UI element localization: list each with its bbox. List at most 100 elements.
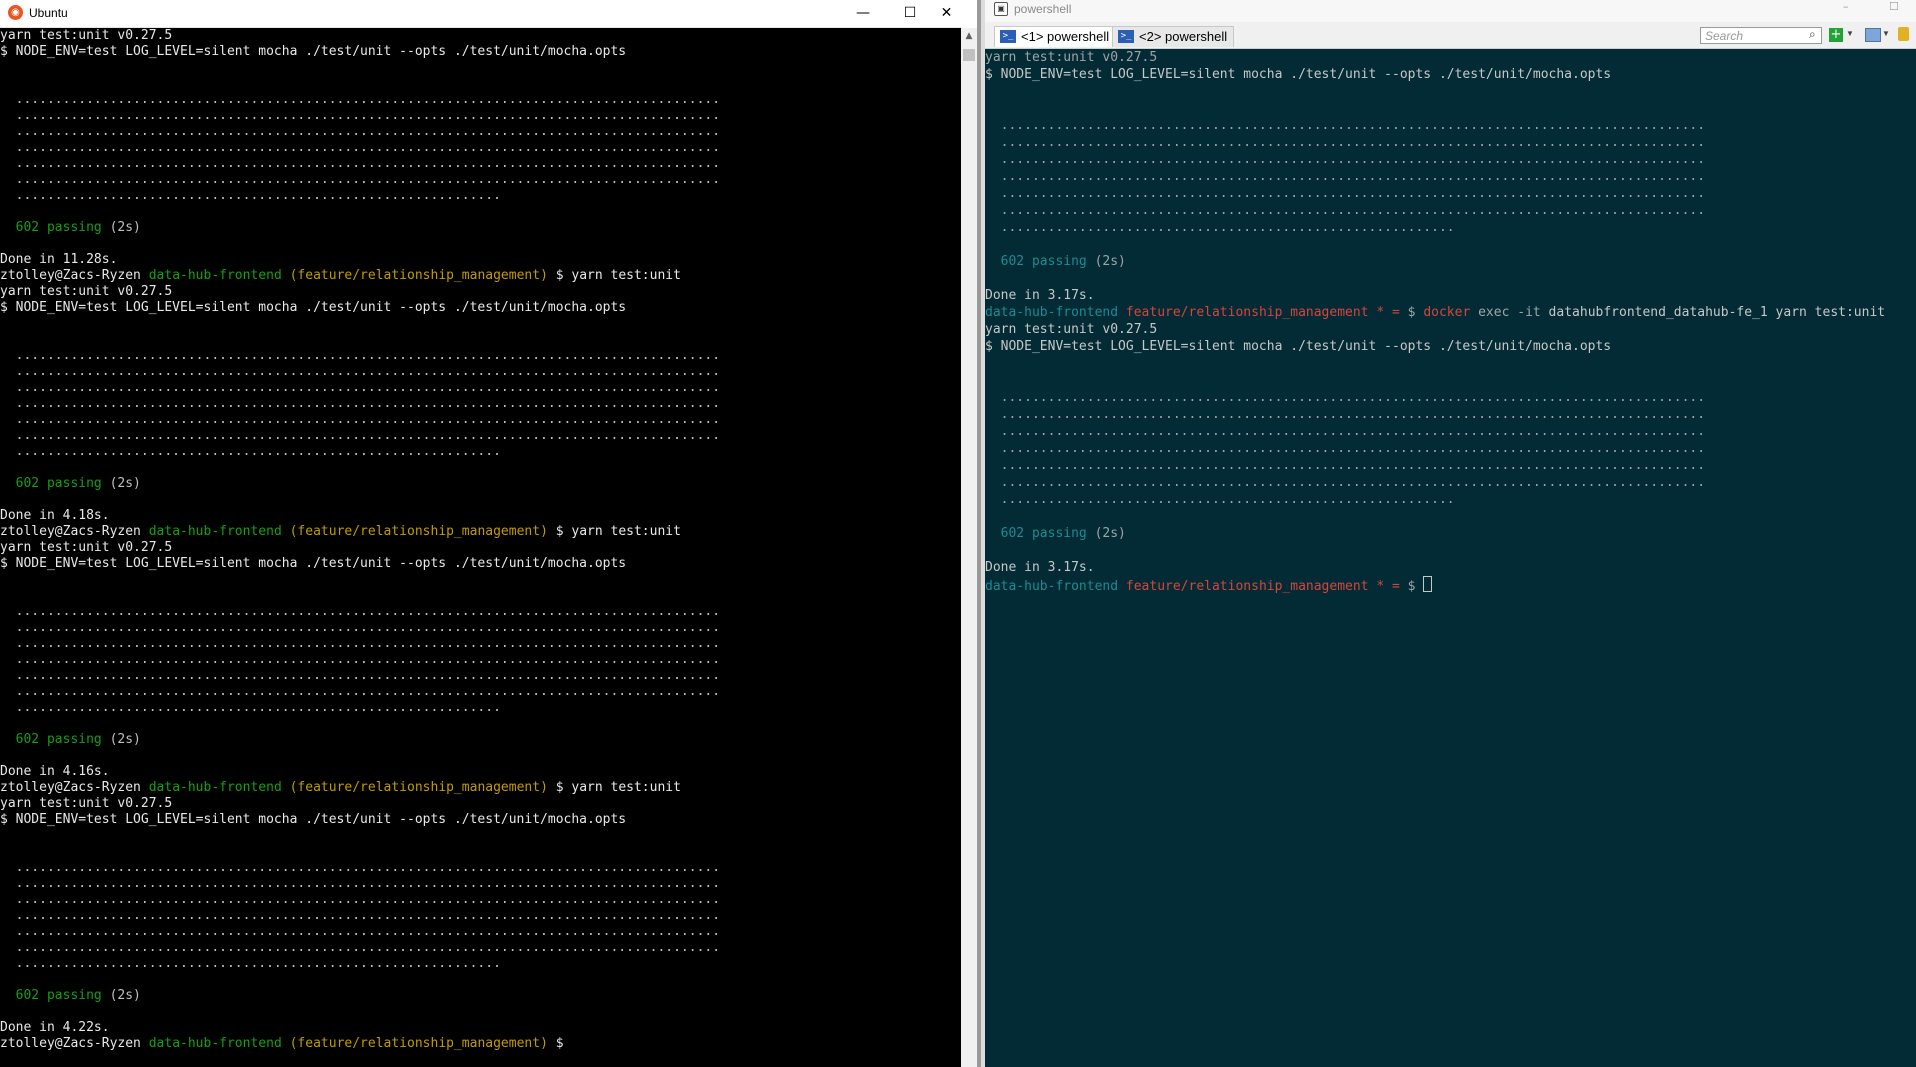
chevron-down-icon[interactable]: ▼ (1846, 29, 1854, 38)
prompt-directory: data-hub-frontend (148, 524, 282, 539)
powershell-titlebar[interactable]: ▣ powershell – ☐ (985, 0, 1916, 22)
search-input[interactable]: Search (1700, 27, 1822, 44)
terminal-line: ztolley@Zacs-Ryzen data-hub-frontend (fe… (0, 1036, 942, 1052)
terminal-line: $ NODE_ENV=test LOG_LEVEL=silent mocha .… (985, 338, 1916, 355)
terminal-line: 602 passing (2s) (985, 253, 1916, 270)
terminal-line: ........................................… (0, 876, 942, 892)
terminal-line: ........................................… (985, 406, 1916, 423)
test-progress-dots: ........................................… (0, 956, 501, 971)
ubuntu-scrollbar[interactable]: ▲ (961, 28, 977, 1067)
test-progress-dots: ........................................… (0, 908, 721, 923)
terminal-line: $ NODE_ENV=test LOG_LEVEL=silent mocha .… (0, 556, 942, 572)
tab-powershell-2[interactable]: >_ <2> powershell (1112, 26, 1235, 47)
test-progress-dots: ........................................… (0, 620, 721, 635)
powershell-window[interactable]: ▣ powershell – ☐ >_ <1> powershell >_ <2… (985, 0, 1916, 1067)
terminal-line: ........................................… (985, 491, 1916, 508)
ubuntu-titlebar[interactable]: ◉ Ubuntu — ☐ ✕ (0, 0, 961, 28)
test-progress-dots: ........................................… (985, 135, 1706, 150)
terminal-line: ........................................… (0, 428, 942, 444)
test-progress-dots: ........................................… (0, 444, 501, 459)
search-icon[interactable]: ⌕ (1809, 27, 1816, 42)
ubuntu-terminal-output[interactable]: yarn test:unit v0.27.5 $ NODE_ENV=test LO… (0, 28, 942, 1067)
prompt-command: $ yarn test:unit (555, 268, 681, 283)
terminal-line: ........................................… (0, 956, 942, 972)
terminal-line: ........................................… (985, 151, 1916, 168)
prompt-git-branch: (feature/relationship_management) (289, 1036, 548, 1051)
terminal-line: ........................................… (0, 684, 942, 700)
test-progress-dots: ........................................… (0, 604, 721, 619)
terminal-line: Done in 4.16s. (0, 764, 942, 780)
test-progress-dots: ........................................… (985, 186, 1706, 201)
test-progress-dots: ........................................… (0, 652, 721, 667)
terminal-line: 602 passing (2s) (0, 476, 942, 492)
test-progress-dots: ........................................… (0, 140, 721, 155)
terminal-line: ........................................… (985, 474, 1916, 491)
output-text: yarn test:unit v0.27.5 (0, 540, 173, 555)
test-progress-dots: ........................................… (0, 684, 721, 699)
terminal-line: data-hub-frontend feature/relationship_m… (985, 304, 1916, 321)
terminal-line: 602 passing (2s) (0, 732, 942, 748)
tab-powershell-1[interactable]: >_ <1> powershell (994, 26, 1117, 47)
terminal-line: ........................................… (0, 668, 942, 684)
terminal-line: Done in 3.17s. (985, 287, 1916, 304)
passing-count: 602 passing (1000, 254, 1087, 269)
maximize-button[interactable]: ☐ (1889, 0, 1899, 13)
terminal-line: yarn test:unit v0.27.5 (985, 49, 1916, 66)
test-progress-dots: ........................................… (985, 203, 1706, 218)
prompt-git-branch: (feature/relationship_management) (289, 524, 548, 539)
test-progress-dots: ........................................… (0, 380, 721, 395)
maximize-button[interactable]: ☐ (887, 0, 933, 27)
terminal-line: $ NODE_ENV=test LOG_LEVEL=silent mocha .… (985, 66, 1916, 83)
test-duration: (2s) (109, 476, 141, 491)
prompt-symbol: $ (1407, 305, 1416, 320)
terminal-line: ........................................… (0, 604, 942, 620)
terminal-line: ztolley@Zacs-Ryzen data-hub-frontend (fe… (0, 780, 942, 796)
new-console-icon[interactable]: + (1829, 28, 1843, 42)
tab-label: <2> powershell (1139, 29, 1228, 44)
prompt-command: $ yarn test:unit (555, 780, 681, 795)
view-icon[interactable] (1865, 28, 1881, 42)
terminal-line: ........................................… (0, 172, 942, 188)
powershell-icon: >_ (1118, 30, 1134, 43)
lock-icon[interactable] (1898, 27, 1909, 41)
terminal-line: ........................................… (985, 389, 1916, 406)
prompt-directory: data-hub-frontend (148, 268, 282, 283)
passing-count: 602 passing (1000, 526, 1087, 541)
prompt-git-branch: feature/relationship_management * = (1125, 579, 1400, 594)
ubuntu-window[interactable]: ◉ Ubuntu — ☐ ✕ yarn test:unit v0.27.5 $ N… (0, 0, 961, 1067)
minimize-button[interactable]: – (1843, 0, 1849, 13)
minimize-button[interactable]: — (840, 0, 886, 27)
test-progress-dots: ........................................… (0, 940, 721, 955)
test-progress-dots: ........................................… (0, 860, 721, 875)
scroll-up-arrow-icon[interactable]: ▲ (961, 28, 977, 45)
prompt-directory: data-hub-frontend (148, 1036, 282, 1051)
prompt-directory: data-hub-frontend (985, 579, 1119, 594)
test-progress-dots: ........................................… (0, 364, 721, 379)
chevron-down-icon[interactable]: ▼ (1882, 29, 1890, 38)
powershell-terminal-output[interactable]: yarn test:unit v0.27.5 $ NODE_ENV=test LO… (985, 49, 1916, 1067)
test-duration: (2s) (109, 988, 141, 1003)
test-progress-dots: ........................................… (0, 124, 721, 139)
scroll-thumb[interactable] (963, 49, 975, 61)
terminal-line: $ NODE_ENV=test LOG_LEVEL=silent mocha .… (0, 44, 942, 60)
test-progress-dots: ........................................… (985, 118, 1706, 133)
test-progress-dots: ........................................… (985, 441, 1706, 456)
prompt-user: ztolley@Zacs-Ryzen (0, 524, 141, 539)
output-text: $ NODE_ENV=test LOG_LEVEL=silent mocha .… (0, 44, 627, 59)
terminal-line: ........................................… (985, 185, 1916, 202)
test-progress-dots: ........................................… (985, 424, 1706, 439)
terminal-line: ........................................… (0, 396, 942, 412)
test-progress-dots: ........................................… (985, 458, 1706, 473)
close-button[interactable]: ✕ (932, 0, 961, 27)
window-title: Ubuntu (29, 6, 68, 20)
